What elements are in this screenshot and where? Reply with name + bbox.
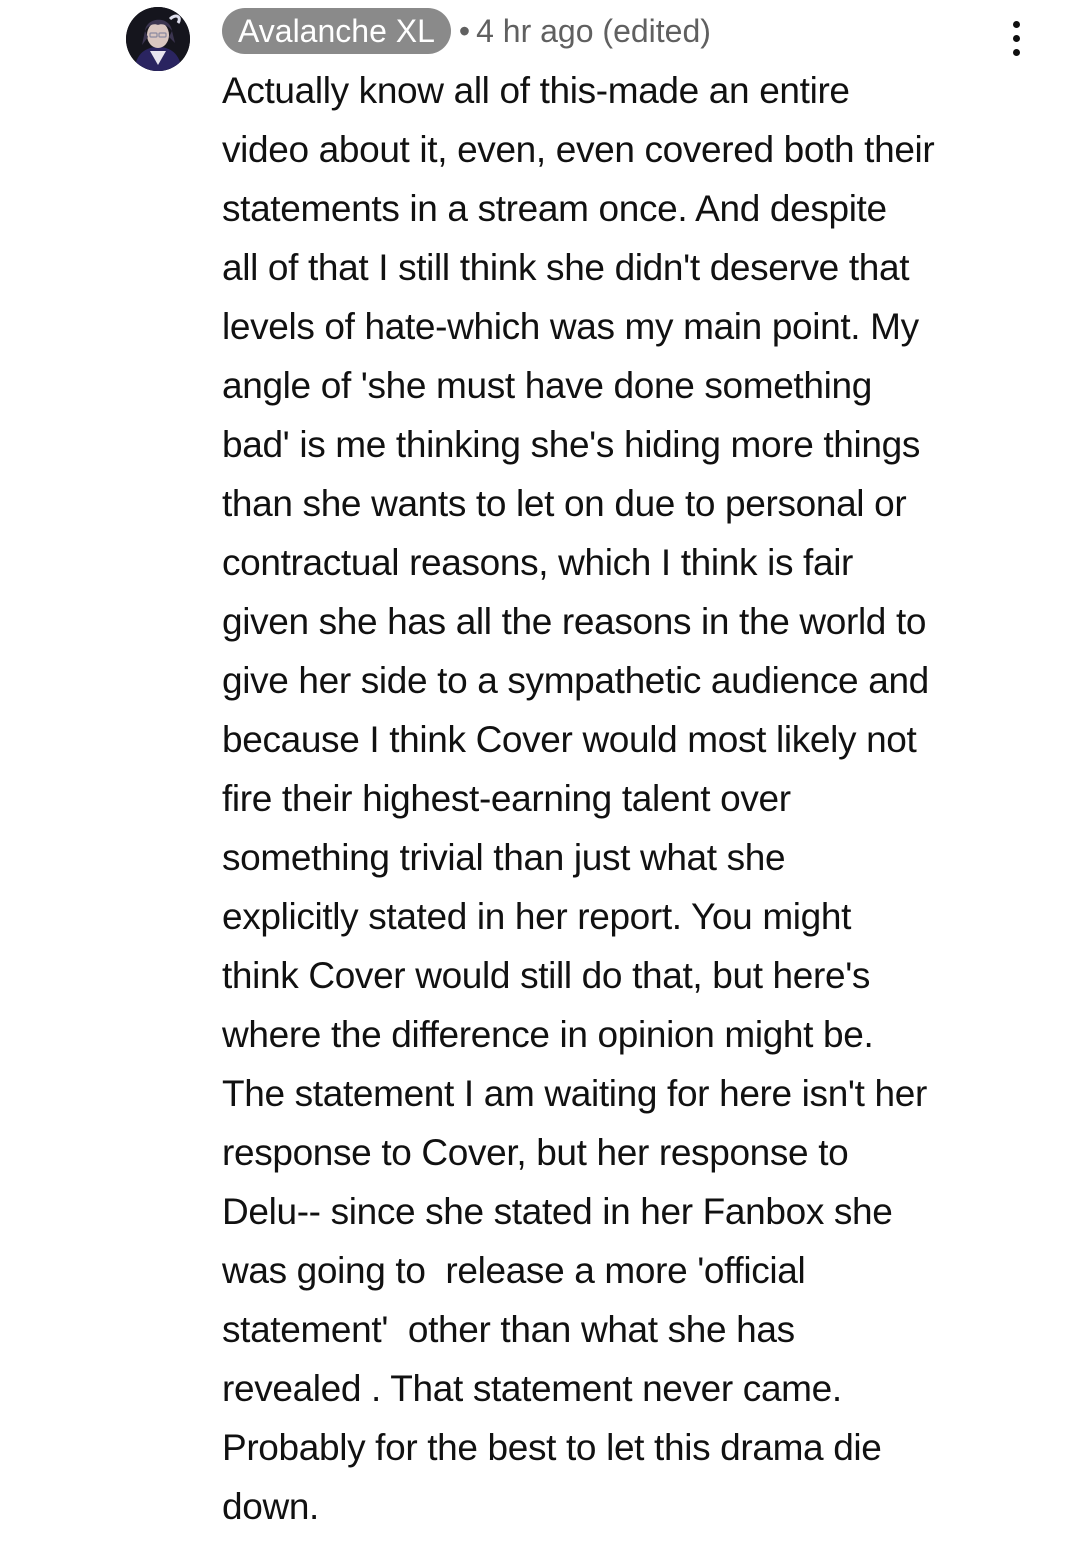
vertical-ellipsis-icon bbox=[1012, 48, 1020, 56]
comment-text-line: contractual reasons, which I think is fa… bbox=[222, 542, 854, 583]
comment-text-line: levels of hate-which was my main point. … bbox=[222, 306, 919, 347]
avatar-image bbox=[126, 7, 190, 71]
vertical-ellipsis-icon bbox=[1012, 20, 1020, 28]
comment-text-line: The statement I am waiting for here isn'… bbox=[222, 1073, 927, 1114]
comment-meta: • 4 hr ago (edited) bbox=[459, 8, 711, 54]
comment-text-line: was going to release a more 'official bbox=[222, 1250, 806, 1291]
comment-text-line: video about it, even, even covered both … bbox=[222, 129, 935, 170]
comment-text-line: angle of 'she must have done something bbox=[222, 365, 872, 406]
author-avatar[interactable] bbox=[126, 7, 190, 71]
comment-timestamp: 4 hr ago (edited) bbox=[476, 13, 711, 49]
comment-text-line: fire their highest-earning talent over bbox=[222, 778, 791, 819]
more-options-button[interactable] bbox=[996, 16, 1036, 60]
comment-body: Actually know all of this-made an entire… bbox=[222, 61, 1042, 1536]
comment-text-line: give her side to a sympathetic audience … bbox=[222, 660, 929, 701]
vertical-ellipsis-icon bbox=[1012, 34, 1020, 42]
meta-separator: • bbox=[458, 13, 471, 49]
comment-text-line: revealed . That statement never came. bbox=[222, 1368, 842, 1409]
comment-text-line: all of that I still think she didn't des… bbox=[222, 247, 910, 288]
comment-text-line: Actually know all of this-made an entire bbox=[222, 70, 850, 111]
comment-text-line: bad' is me thinking she's hiding more th… bbox=[222, 424, 921, 465]
comment-text-line: down. bbox=[222, 1486, 319, 1527]
comment-text-line: think Cover would still do that, but her… bbox=[222, 955, 871, 996]
comment-text-line: something trivial than just what she bbox=[222, 837, 786, 878]
comment-text-line: Delu-- since she stated in her Fanbox sh… bbox=[222, 1191, 893, 1232]
comment-text-line: statement' other than what she has bbox=[222, 1309, 795, 1350]
comment-text-line: than she wants to let on due to personal… bbox=[222, 483, 907, 524]
comment-text-line: where the difference in opinion might be… bbox=[222, 1014, 874, 1055]
comment-item: Avalanche XL • 4 hr ago (edited) Actually… bbox=[0, 0, 1067, 1555]
comment-text-line: given she has all the reasons in the wor… bbox=[222, 601, 927, 642]
comment-text-line: explicitly stated in her report. You mig… bbox=[222, 896, 852, 937]
comment-text-line: statements in a stream once. And despite bbox=[222, 188, 887, 229]
comment-text-line: because I think Cover would most likely … bbox=[222, 719, 917, 760]
comment-text-line: response to Cover, but her response to bbox=[222, 1132, 849, 1173]
comment-text-line: Probably for the best to let this drama … bbox=[222, 1427, 882, 1468]
author-name-chip[interactable]: Avalanche XL bbox=[222, 8, 451, 54]
comment-header: Avalanche XL • 4 hr ago (edited) bbox=[222, 7, 711, 55]
